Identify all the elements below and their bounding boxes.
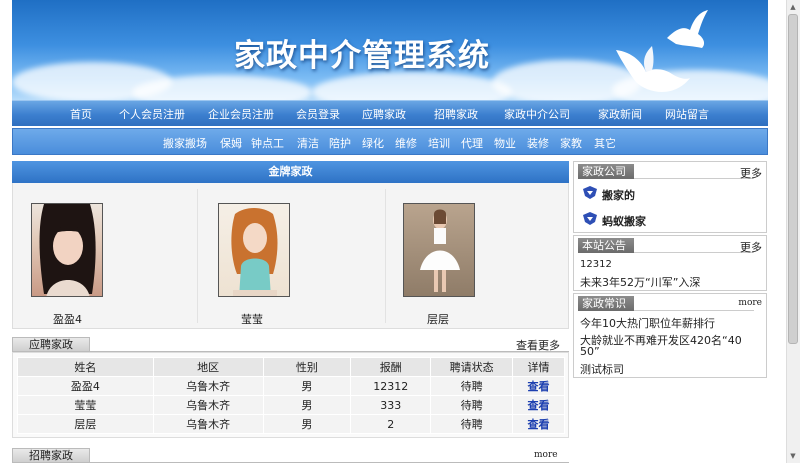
notice-item[interactable]: 未来3年52万“川军”入深 [580, 274, 700, 290]
sidebar-notice: 本站公告 更多 12312 未来3年52万“川军”入深 [573, 235, 767, 291]
person-photo[interactable] [218, 203, 290, 297]
col-salary: 报酬 [350, 357, 432, 377]
person-photo[interactable] [403, 203, 475, 297]
companies-more-link[interactable]: 更多 [740, 165, 762, 181]
company-link[interactable]: 蚂蚁搬家 [602, 213, 646, 229]
sidebar-companies-title: 家政公司 [578, 164, 634, 179]
table-row: 莹莹 乌鲁木齐 男 333 待聘 查看 [17, 395, 565, 415]
scroll-up-icon[interactable]: ▲ [788, 2, 798, 12]
shield-icon [583, 186, 597, 199]
sidebar-notice-title: 本站公告 [578, 238, 634, 253]
gold-section-title: 金牌家政 [12, 161, 569, 183]
nav-apply[interactable]: 应聘家政 [362, 106, 406, 122]
dove-icon [616, 46, 690, 92]
apply-table: 姓名 地区 性别 报酬 聘请状态 详情 盈盈4 乌鲁木齐 男 12312 待聘 … [17, 357, 565, 434]
knowledge-item[interactable]: 大龄就业不再难开发区420名“40 [580, 332, 742, 348]
person-name[interactable]: 盈盈4 [53, 311, 82, 327]
category-repair[interactable]: 维修 [395, 135, 417, 151]
knowledge-item-wrap[interactable]: 50” [580, 345, 600, 358]
main-nav: 首页 个人会员注册 企业会员注册 会员登录 应聘家政 招聘家政 家政中介公司 家… [12, 100, 768, 126]
category-decoration[interactable]: 装修 [527, 135, 549, 151]
scroll-thumb[interactable] [788, 14, 798, 344]
col-name: 姓名 [17, 357, 154, 377]
category-hourly[interactable]: 钟点工 [251, 135, 284, 151]
col-region: 地区 [152, 357, 264, 377]
company-link[interactable]: 搬家的 [602, 187, 635, 203]
notice-item[interactable]: 12312 [580, 259, 612, 270]
col-detail: 详情 [512, 357, 565, 377]
apply-section-tab: 应聘家政 [12, 337, 90, 352]
sidebar-companies: 家政公司 更多 搬家的 蚂蚁搬家 [573, 161, 767, 233]
category-nanny[interactable]: 保姆 [220, 135, 242, 151]
category-cleaning[interactable]: 清洁 [297, 135, 319, 151]
person-photo[interactable] [31, 203, 103, 297]
col-status: 聘请状态 [430, 357, 514, 377]
view-detail-link[interactable]: 查看 [512, 414, 565, 434]
knowledge-item[interactable]: 测试标司 [580, 361, 624, 377]
nav-login[interactable]: 会员登录 [296, 106, 340, 122]
apply-more-link[interactable]: 查看更多 [516, 337, 560, 353]
knowledge-item[interactable]: 今年10大热门职位年薪排行 [580, 315, 715, 331]
table-header-row: 姓名 地区 性别 报酬 聘请状态 详情 [17, 357, 565, 377]
shield-icon [583, 212, 597, 225]
vertical-scrollbar[interactable]: ▲ ▼ [786, 0, 800, 463]
category-agent[interactable]: 代理 [461, 135, 483, 151]
knowledge-more-link[interactable]: more [738, 298, 762, 308]
person-name[interactable]: 莹莹 [241, 311, 263, 327]
notice-more-link[interactable]: 更多 [740, 239, 762, 255]
nav-company-register[interactable]: 企业会员注册 [208, 106, 274, 122]
view-detail-link[interactable]: 查看 [512, 376, 565, 396]
table-row: 层层 乌鲁木齐 男 2 待聘 查看 [17, 414, 565, 434]
site-title: 家政中介管理系统 [234, 38, 490, 74]
table-row: 盈盈4 乌鲁木齐 男 12312 待聘 查看 [17, 376, 565, 396]
category-escort[interactable]: 陪护 [329, 135, 351, 151]
sidebar-knowledge-title: 家政常识 [578, 296, 634, 311]
recruit-section-tab: 招聘家政 [12, 448, 90, 463]
person-name[interactable]: 层层 [427, 311, 449, 327]
category-other[interactable]: 其它 [594, 135, 616, 151]
nav-personal-register[interactable]: 个人会员注册 [119, 106, 185, 122]
header-banner: 家政中介管理系统 [12, 0, 768, 100]
col-gender: 性别 [262, 357, 352, 377]
view-detail-link[interactable]: 查看 [512, 395, 565, 415]
sidebar-knowledge: 家政常识 more 今年10大热门职位年薪排行 大龄就业不再难开发区420名“4… [573, 293, 767, 378]
category-tutor[interactable]: 家教 [560, 135, 582, 151]
nav-guestbook[interactable]: 网站留言 [665, 106, 709, 122]
nav-news[interactable]: 家政新闻 [598, 106, 642, 122]
recruit-more-link[interactable]: more [534, 450, 558, 460]
category-training[interactable]: 培训 [428, 135, 450, 151]
category-greening[interactable]: 绿化 [362, 135, 384, 151]
category-nav: 搬家搬场 保姆 钟点工 清洁 陪护 绿化 维修 培训 代理 物业 装修 家教 其… [12, 128, 768, 155]
gold-section: 盈盈4 莹莹 层层 [12, 183, 569, 329]
nav-home[interactable]: 首页 [70, 106, 92, 122]
category-moving[interactable]: 搬家搬场 [163, 135, 207, 151]
nav-recruit[interactable]: 招聘家政 [434, 106, 478, 122]
scroll-down-icon[interactable]: ▼ [788, 451, 798, 461]
nav-agency[interactable]: 家政中介公司 [504, 106, 570, 122]
category-property[interactable]: 物业 [494, 135, 516, 151]
